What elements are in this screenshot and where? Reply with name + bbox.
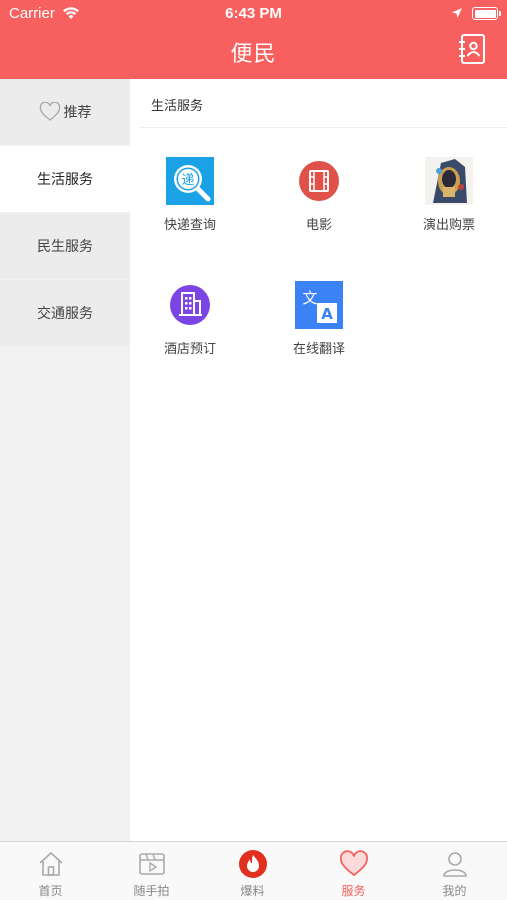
- tab-report[interactable]: 爆料: [202, 842, 303, 900]
- top-bar: Carrier 6:43 PM 便民: [0, 0, 507, 79]
- sidebar-item-traffic-services[interactable]: 交通服务: [0, 280, 130, 346]
- heart-icon: [340, 850, 368, 877]
- fire-icon: [239, 850, 267, 878]
- status-bar: Carrier 6:43 PM: [0, 0, 507, 28]
- location-arrow-icon: [452, 8, 462, 18]
- sidebar-item-label: 民生服务: [37, 239, 93, 255]
- service-label: 在线翻译: [292, 342, 345, 357]
- sidebar-item-life-services[interactable]: 生活服务: [0, 146, 130, 212]
- battery-icon: [472, 7, 501, 20]
- home-icon: [39, 851, 63, 876]
- sidebar: 推荐 生活服务 民生服务 交通服务: [0, 79, 130, 841]
- status-time: 6:43 PM: [225, 5, 282, 22]
- service-online-translation[interactable]: 文 A 在线翻译: [259, 281, 379, 381]
- service-movie[interactable]: 电影: [259, 157, 379, 257]
- contacts-book-icon[interactable]: [457, 33, 487, 65]
- tab-label: 服务: [341, 884, 366, 898]
- tab-label: 爆料: [240, 884, 265, 898]
- svg-text:A: A: [321, 305, 333, 323]
- svg-text:递: 递: [181, 173, 194, 188]
- tab-mine[interactable]: 我的: [404, 842, 505, 900]
- hotel-icon: [170, 285, 210, 325]
- express-delivery-icon: 递: [166, 157, 214, 205]
- user-icon: [443, 852, 467, 877]
- translate-icon: 文 A: [295, 281, 343, 329]
- service-label: 酒店预订: [163, 342, 216, 357]
- sidebar-item-label: 推荐: [63, 105, 92, 121]
- heart-outline-icon: [39, 102, 60, 121]
- section-divider: [140, 127, 507, 128]
- tab-home[interactable]: 首页: [0, 842, 101, 900]
- service-label: 快递查询: [163, 218, 216, 233]
- service-label: 演出购票: [422, 218, 475, 233]
- tab-label: 随手拍: [133, 884, 170, 898]
- performance-ticket-icon: [425, 157, 473, 205]
- tab-services[interactable]: 服务: [303, 842, 404, 900]
- video-clip-icon: [139, 853, 165, 875]
- svg-text:文: 文: [302, 289, 317, 307]
- service-label: 电影: [305, 218, 332, 233]
- tab-snapshot[interactable]: 随手拍: [101, 842, 202, 900]
- service-content: 生活服务 递 快递查询 电影 演出购票 酒店预订 文 A 在线翻译: [130, 79, 507, 841]
- tab-bar: 首页 随手拍 爆料 服务 我的: [0, 841, 507, 900]
- sidebar-item-label: 生活服务: [37, 172, 93, 188]
- section-title: 生活服务: [151, 99, 204, 114]
- sidebar-item-livelihood-services[interactable]: 民生服务: [0, 213, 130, 279]
- service-hotel-booking[interactable]: 酒店预订: [130, 281, 250, 381]
- service-express-tracking[interactable]: 递 快递查询: [130, 157, 250, 257]
- service-show-tickets[interactable]: 演出购票: [389, 157, 507, 257]
- film-icon: [299, 161, 339, 201]
- sidebar-item-label: 交通服务: [37, 306, 93, 322]
- tab-label: 我的: [442, 884, 467, 898]
- sidebar-item-recommend[interactable]: 推荐: [0, 79, 130, 145]
- tab-label: 首页: [38, 884, 63, 898]
- page-title: 便民: [230, 42, 277, 67]
